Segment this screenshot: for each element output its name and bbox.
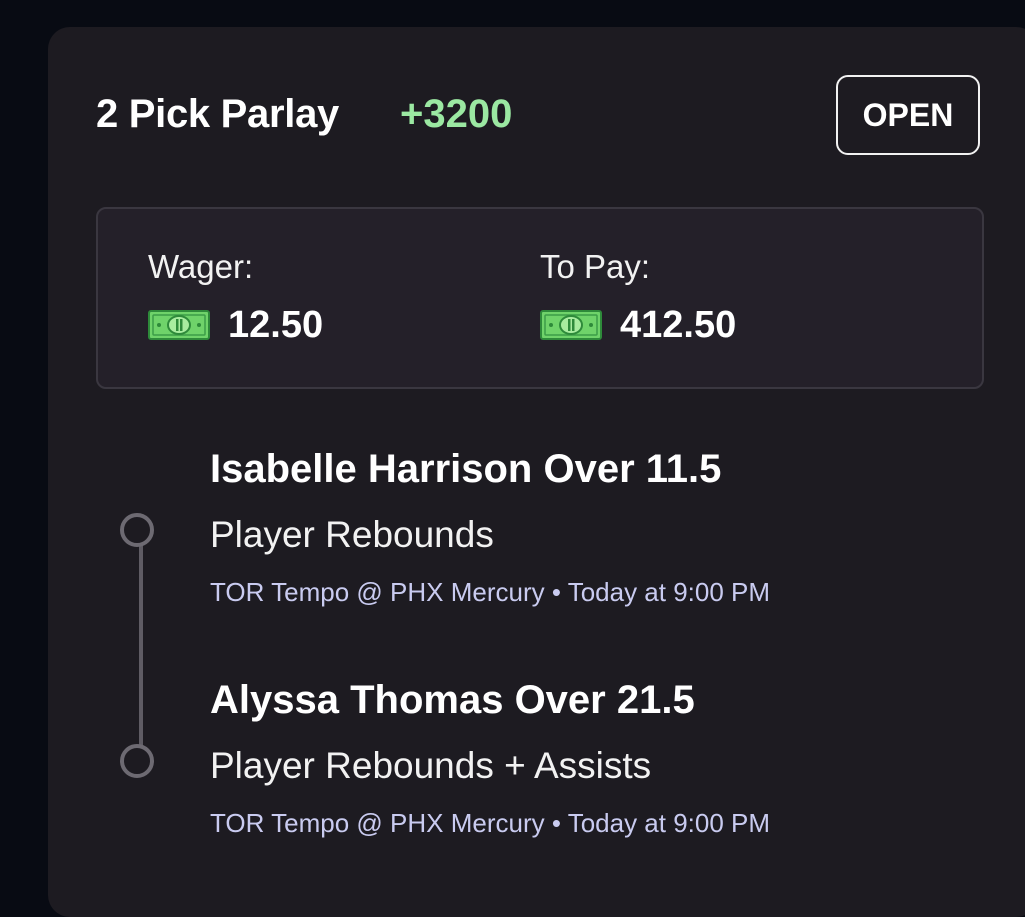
leg-market: Player Rebounds + Assists bbox=[210, 745, 652, 786]
parlay-leg[interactable]: Isabelle Harrison Over 11.5 Player Rebou… bbox=[210, 445, 770, 607]
bet-summary: Wager: 12.50 To Pay: 412.50 bbox=[96, 207, 984, 389]
timeline-line bbox=[139, 530, 143, 761]
topay-amount: 412.50 bbox=[620, 304, 737, 346]
cash-icon bbox=[148, 310, 210, 340]
topay-amount-row: 412.50 bbox=[540, 305, 736, 345]
parlay-odds: +3200 bbox=[400, 92, 513, 136]
parlay-title: 2 Pick Parlay bbox=[96, 92, 339, 136]
wager-amount: 12.50 bbox=[228, 304, 324, 346]
leg-game-info: TOR Tempo @ PHX Mercury • Today at 9:00 … bbox=[210, 808, 771, 838]
timeline-dot bbox=[120, 513, 154, 547]
leg-title: Isabelle Harrison Over 11.5 bbox=[210, 447, 722, 491]
status-button[interactable]: OPEN bbox=[836, 75, 980, 155]
leg-title: Alyssa Thomas Over 21.5 bbox=[210, 678, 695, 722]
wager-amount-row: 12.50 bbox=[148, 305, 323, 345]
wager-label: Wager: bbox=[148, 248, 254, 285]
cash-icon bbox=[540, 310, 602, 340]
parlay-leg[interactable]: Alyssa Thomas Over 21.5 Player Rebounds … bbox=[210, 676, 770, 838]
leg-market: Player Rebounds bbox=[210, 514, 494, 555]
topay-section: To Pay: 412.50 bbox=[540, 247, 736, 345]
parlay-card: 2 Pick Parlay +3200 OPEN Wager: 12.50 To… bbox=[48, 27, 1025, 917]
wager-section: Wager: 12.50 bbox=[148, 247, 323, 345]
leg-game-info: TOR Tempo @ PHX Mercury • Today at 9:00 … bbox=[210, 577, 771, 607]
timeline-dot bbox=[120, 744, 154, 778]
topay-label: To Pay: bbox=[540, 248, 651, 285]
